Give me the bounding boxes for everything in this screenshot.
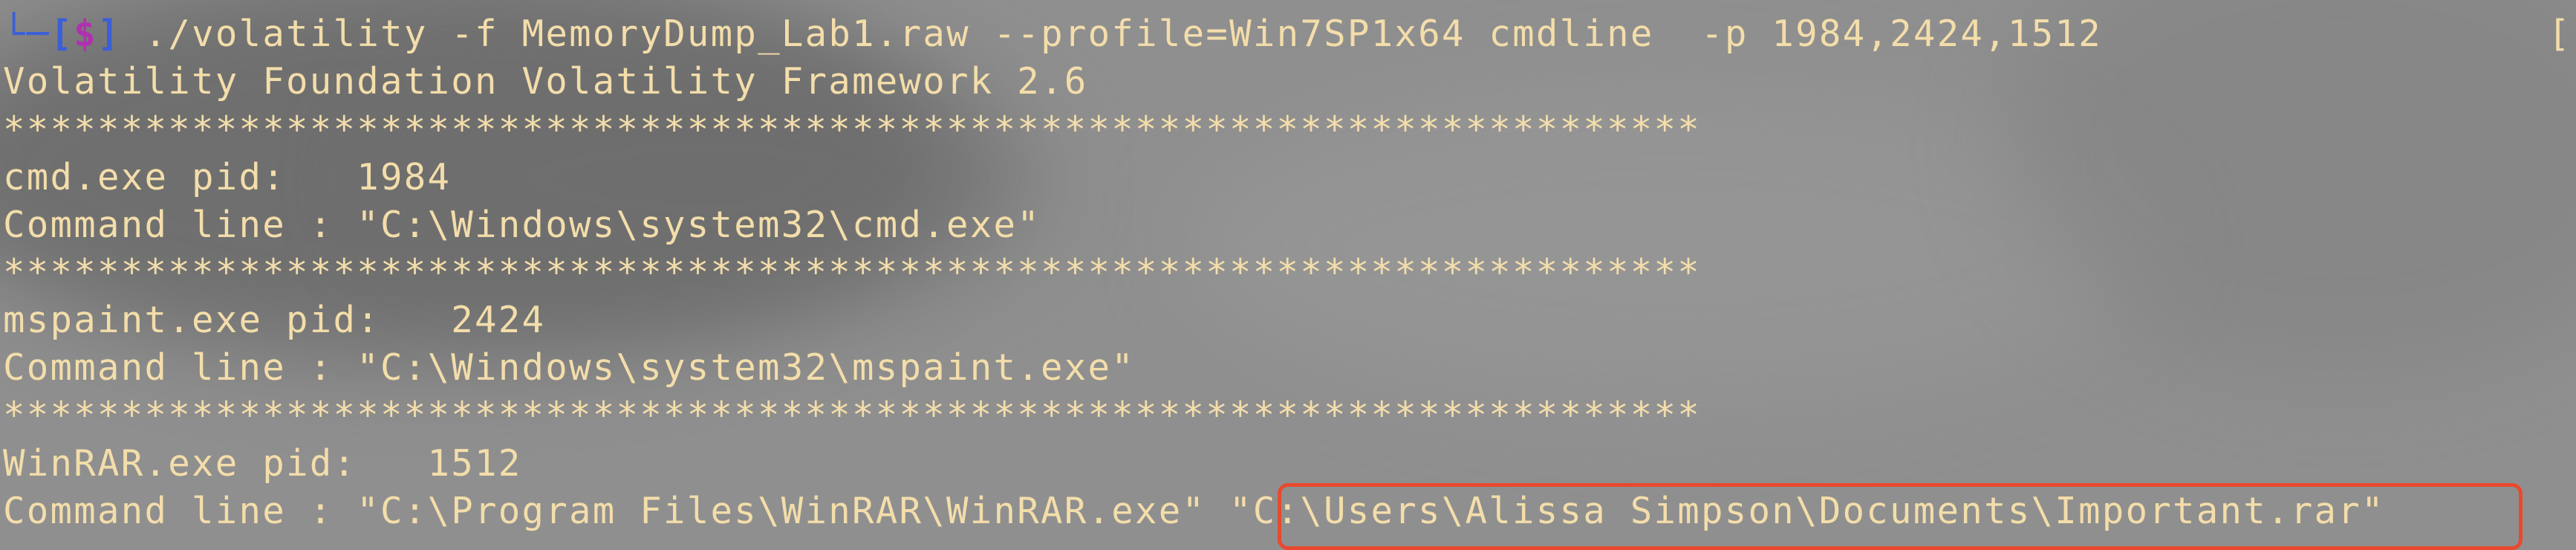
process-cmdline-line: Command line : "C:\Windows\system32\cmd.… [3, 204, 1041, 246]
process-cmdline-line: Command line : "C:\Windows\system32\mspa… [3, 346, 1136, 389]
prompt-right-bracket: [ [2548, 13, 2572, 55]
process-pid-line: cmd.exe pid: 1984 [3, 156, 452, 198]
prompt-corner: └─ [3, 13, 51, 55]
separator-line: ****************************************… [3, 251, 1702, 294]
prompt-open-bracket: [ [50, 13, 74, 55]
cut-off-previous-line [0, 0, 2576, 7]
prompt-dollar-symbol: $ [74, 13, 98, 55]
terminal-window[interactable]: └─[$] ./volatility -f MemoryDump_Lab1.ra… [0, 0, 2576, 550]
process-pid-line: mspaint.exe pid: 2424 [3, 299, 546, 341]
prompt-line: └─[$] ./volatility -f MemoryDump_Lab1.ra… [3, 10, 2102, 58]
highlight-box [1278, 483, 2523, 550]
prompt-close-bracket: ] [97, 13, 121, 55]
separator-line: ****************************************… [3, 109, 1702, 151]
banner-line: Volatility Foundation Volatility Framewo… [3, 60, 1088, 103]
separator-line: ****************************************… [3, 394, 1702, 436]
command-text: ./volatility -f MemoryDump_Lab1.raw --pr… [120, 13, 2102, 55]
process-pid-line: WinRAR.exe pid: 1512 [3, 442, 522, 485]
cmdline-executable: Command line : "C:\Program Files\WinRAR\… [3, 490, 1230, 532]
